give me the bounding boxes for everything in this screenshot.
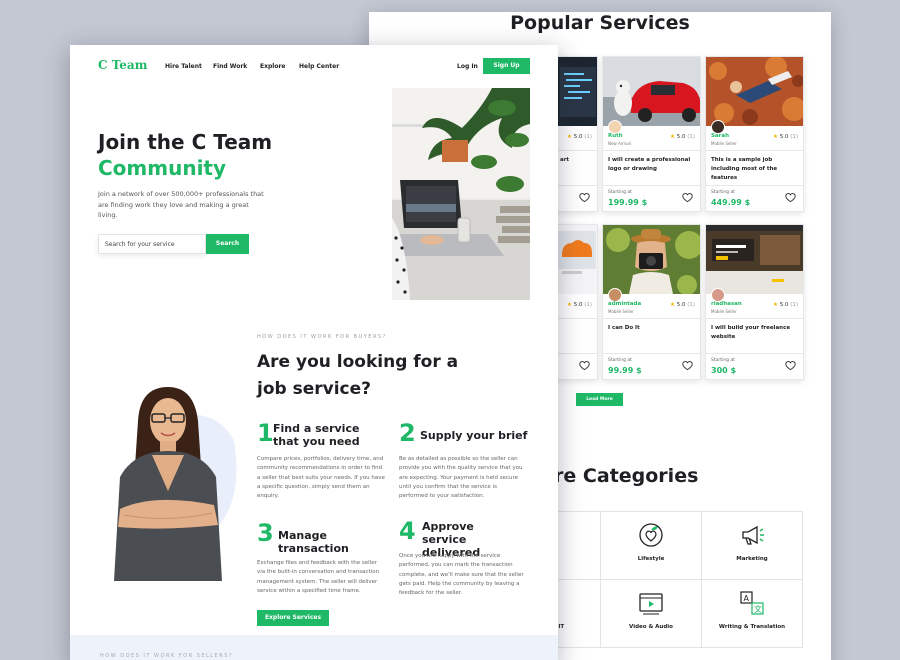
card-description[interactable]: I can Do It <box>608 324 695 333</box>
card-rating: ★ 5.0 (1) <box>670 134 695 140</box>
nav-explore[interactable]: Explore <box>260 63 285 70</box>
heart-icon[interactable] <box>579 192 590 203</box>
service-image <box>603 57 700 126</box>
heart-icon[interactable] <box>785 360 796 371</box>
svg-text:A: A <box>744 594 750 603</box>
category-label: Video & Audio <box>629 624 673 630</box>
hero-image <box>392 88 530 300</box>
popular-services-title: Popular Services <box>510 12 690 34</box>
starting-at-label: Starting at <box>608 190 632 195</box>
card-price: 99.99 $ <box>608 366 642 375</box>
starting-at-label: Starting at <box>711 358 735 363</box>
step-number: 3 <box>257 519 274 547</box>
seller-name[interactable]: Ruth <box>608 133 623 139</box>
hero-title: Join the C Team <box>98 130 273 154</box>
avatar <box>608 120 622 134</box>
card-rating: ★ 5.0 (1) <box>567 302 592 308</box>
nav-hire-talent[interactable]: Hire Talent <box>165 63 202 70</box>
sellers-eyebrow: HOW DOES IT WORK FOR SELLERS? <box>100 653 234 659</box>
step-text: Once you are happy with the service perf… <box>399 553 524 597</box>
heart-leaf-icon <box>639 523 663 547</box>
card-price: 449.99 $ <box>711 198 751 207</box>
heart-icon[interactable] <box>785 192 796 203</box>
avatar <box>711 288 725 302</box>
step-title: Manage transaction <box>278 529 349 555</box>
signup-button[interactable]: Sign Up <box>483 58 530 74</box>
nav-find-work[interactable]: Find Work <box>213 63 247 70</box>
card-description[interactable]: I will build your freelance website <box>711 324 798 342</box>
login-link[interactable]: Log In <box>457 63 478 70</box>
woman-photo <box>94 381 244 581</box>
seller-role: Mobile Seller <box>608 309 634 314</box>
heart-icon[interactable] <box>682 192 693 203</box>
load-more-button[interactable]: Load More <box>576 393 623 406</box>
landing-page: C Team Hire Talent Find Work Explore Hel… <box>70 45 558 660</box>
card-price: 300 $ <box>711 366 737 375</box>
step-title: Supply your brief <box>420 429 528 442</box>
svg-text:文: 文 <box>754 604 762 614</box>
category-label: Marketing <box>736 556 768 562</box>
hero-title-highlight: Community <box>98 156 227 180</box>
service-image <box>706 57 803 126</box>
category-marketing[interactable]: Marketing <box>701 511 803 580</box>
seller-name[interactable]: Sarah <box>711 133 729 139</box>
category-video-audio[interactable]: Video & Audio <box>600 579 702 648</box>
nav-help-center[interactable]: Help Center <box>299 63 339 70</box>
step-title: Find a service that you need <box>273 422 360 448</box>
card-rating: ★ 5.0 (1) <box>567 134 592 140</box>
search-input[interactable]: Search for your service <box>98 234 206 254</box>
step-number: 1 <box>257 419 274 447</box>
card-price: 199.99 $ <box>608 198 648 207</box>
service-card[interactable]: admintada Mobile Seller ★ 5.0 (1) I can … <box>602 224 701 380</box>
service-card[interactable]: riadhasan Mobile Seller ★ 5.0 (1) I will… <box>705 224 804 380</box>
seller-role: Mobile Seller <box>711 309 737 314</box>
card-rating: ★ 5.0 (1) <box>670 302 695 308</box>
explore-services-button[interactable]: Explore Services <box>257 610 329 626</box>
heart-icon[interactable] <box>579 360 590 371</box>
category-label: Lifestyle <box>637 556 665 562</box>
starting-at-label: Starting at <box>711 190 735 195</box>
megaphone-icon <box>742 525 764 545</box>
step-number: 2 <box>399 419 416 447</box>
seller-role: New Arrival <box>608 141 631 146</box>
category-writing[interactable]: A 文 Writing & Translation <box>701 579 803 648</box>
card-description: art <box>560 157 570 163</box>
step-text: Compare prices, portfolios, delivery tim… <box>257 456 385 500</box>
step-number: 4 <box>399 517 416 545</box>
category-label: Writing & Translation <box>718 624 786 630</box>
step-text: Exchange files and feedback with the sel… <box>257 560 380 594</box>
video-player-icon <box>639 593 663 615</box>
card-rating: ★ 5.0 (1) <box>773 302 798 308</box>
card-rating: ★ 5.0 (1) <box>773 134 798 140</box>
logo[interactable]: C Team <box>98 58 147 72</box>
category-lifestyle[interactable]: Lifestyle <box>600 511 702 580</box>
avatar <box>711 120 725 134</box>
service-image <box>603 225 700 294</box>
card-description[interactable]: This is a sample job including most of t… <box>711 156 798 183</box>
categories-title: ore Categories <box>541 465 699 487</box>
avatar <box>608 288 622 302</box>
how-it-works-eyebrow: HOW DOES IT WORK FOR BUYERS? <box>257 334 387 340</box>
service-image <box>706 225 803 294</box>
how-it-works-title: Are you looking for a job service? <box>257 352 459 399</box>
seller-role: Mobile Seller <box>711 141 737 146</box>
starting-at-label: Starting at <box>608 358 632 363</box>
seller-name[interactable]: admintada <box>608 301 641 307</box>
heart-icon[interactable] <box>682 360 693 371</box>
hero-subtitle: Join a network of over 500,000+ professi… <box>98 190 264 219</box>
service-card[interactable]: Ruth New Arrival ★ 5.0 (1) I will create… <box>602 56 701 212</box>
seller-name[interactable]: riadhasan <box>711 301 742 307</box>
translate-icon: A 文 <box>740 591 764 615</box>
step-text: Be as detailed as possible so the seller… <box>399 456 523 500</box>
search-button[interactable]: Search <box>206 234 249 254</box>
service-card[interactable]: Sarah Mobile Seller ★ 5.0 (1) This is a … <box>705 56 804 212</box>
card-description[interactable]: I will create a professional logo or dra… <box>608 156 695 174</box>
